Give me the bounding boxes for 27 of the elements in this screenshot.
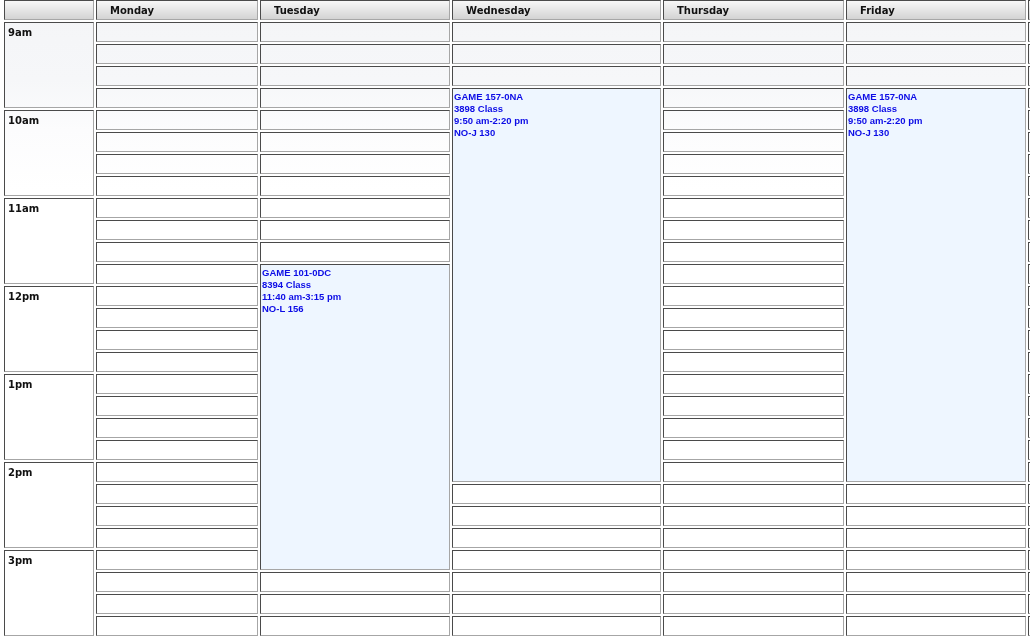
room-label: NO-L 156 (262, 303, 304, 315)
class-time: 9:50 am-2:20 pm (848, 115, 923, 127)
hour-label: 9am (8, 27, 33, 39)
day-header: Monday (96, 0, 258, 20)
event-block[interactable]: GAME 157-0NA 3898 Class 9:50 am-2:20 pm NO-J 130 (846, 88, 1026, 482)
day-header: Tuesday (260, 0, 450, 20)
class-number: 8394 Class (262, 279, 312, 291)
class-time: 11:40 am-3:15 pm (262, 291, 342, 303)
day-header: Friday (846, 0, 1026, 20)
hour-label: 2pm (8, 467, 33, 479)
room-label: NO-J 130 (454, 127, 496, 139)
course-code: GAME 157-0NA (848, 91, 918, 103)
day-header: Thursday (663, 0, 844, 20)
hour-label: 1pm (8, 379, 33, 391)
hour-label: 10am (8, 115, 40, 127)
class-time: 9:50 am-2:20 pm (454, 115, 529, 127)
course-code: GAME 101-0DC (262, 267, 332, 279)
hour-label: 11am (8, 203, 40, 215)
course-code: GAME 157-0NA (454, 91, 524, 103)
event-block[interactable]: GAME 101-0DC 8394 Class 11:40 am-3:15 pm NO-L 156 (260, 264, 450, 570)
hour-label: 12pm (8, 291, 40, 303)
class-number: 3898 Class (848, 103, 898, 115)
day-header: Wednesday (452, 0, 661, 20)
event-block[interactable]: GAME 157-0NA 3898 Class 9:50 am-2:20 pm NO-J 130 (452, 88, 661, 482)
class-number: 3898 Class (454, 103, 504, 115)
room-label: NO-J 130 (848, 127, 890, 139)
hour-label: 3pm (8, 555, 33, 567)
